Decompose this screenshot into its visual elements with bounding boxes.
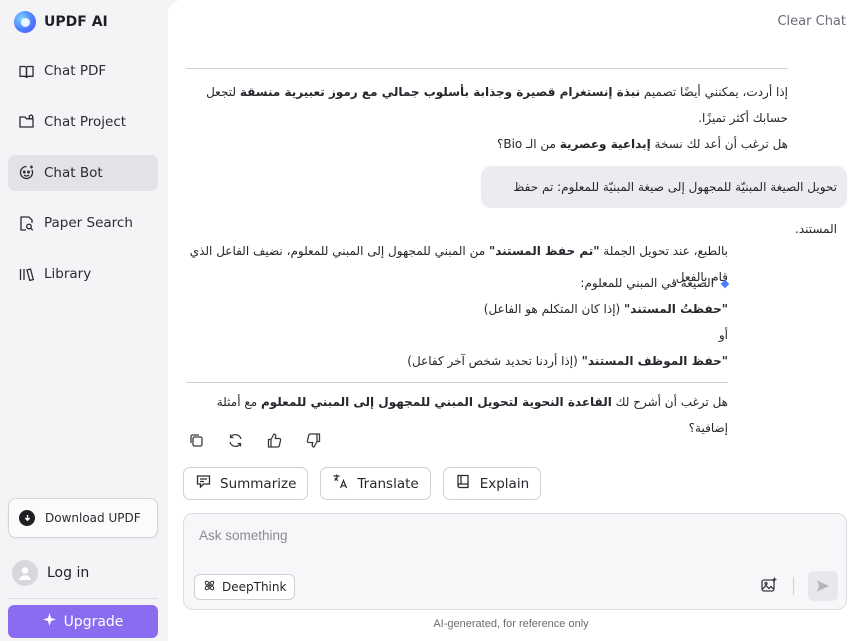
bold-span: نبذة إنستغرام قصيرة وجذابة بأسلوب جمالي …: [239, 85, 641, 99]
brand-name: UPDF AI: [44, 14, 108, 30]
sidebar-item-label: Paper Search: [44, 215, 133, 232]
chat-main: Clear Chat إذا أردت، يمكنني أيضًا تصميم …: [168, 0, 854, 641]
send-button[interactable]: [808, 571, 838, 601]
text-span: (إذا أردنا تحديد شخص آخر كفاعل): [407, 354, 582, 368]
sidebar-item-library[interactable]: Library: [8, 256, 158, 292]
sparkle-icon: [42, 613, 56, 630]
thumbs-up-icon[interactable]: [264, 430, 284, 450]
assistant-message: إذا أردت، يمكنني أيضًا تصميم نبذة إنستغر…: [186, 68, 788, 157]
bold-span: "تم حفظ المستند": [488, 244, 600, 258]
summarize-icon: [195, 473, 212, 494]
disclaimer: AI-generated, for reference only: [433, 618, 589, 630]
updf-logo-icon: [14, 11, 36, 33]
message-line: هل ترغب أن أعد لك نسخة إبداعية وعصرية من…: [186, 131, 788, 157]
quick-tools: Summarize Translate Explain: [183, 467, 542, 500]
text-span: الصيغة في المبني للمعلوم:: [580, 276, 714, 290]
bot-icon: [18, 164, 35, 181]
text-span: هل ترغب أن أشرح لك: [611, 395, 728, 409]
sidebar-item-label: Library: [44, 266, 92, 283]
deepthink-label: DeepThink: [222, 580, 287, 594]
thumbs-down-icon[interactable]: [303, 430, 323, 450]
sidebar-item-label: Chat PDF: [44, 63, 107, 79]
download-label: Download UPDF: [45, 511, 141, 525]
sidebar: UPDF AI Chat PDF Chat Project Chat Bot P…: [0, 0, 168, 641]
library-icon: [18, 266, 35, 283]
message-line: أو: [718, 328, 728, 342]
image-upload-icon[interactable]: [760, 576, 780, 596]
bold-span: "حفظتُ المستند": [624, 302, 728, 316]
download-icon: [19, 510, 35, 526]
assistant-message: بالطبع، عند تحويل الجملة "تم حفظ المستند…: [186, 238, 730, 435]
bold-span: القاعدة النحوية لتحويل المبني للمجهول إل…: [260, 395, 612, 409]
explain-button[interactable]: Explain: [442, 467, 542, 500]
translate-icon: [332, 473, 349, 494]
paper-search-icon: [18, 215, 35, 232]
sidebar-item-paper-search[interactable]: Paper Search: [8, 205, 158, 241]
avatar: [12, 560, 38, 586]
text-span: (إذا كان المتكلم هو الفاعل): [483, 302, 625, 316]
message-line: "حفظ الموظف المستند" (إذا أردنا تحديد شخ…: [186, 348, 728, 374]
sidebar-item-label: Chat Project: [44, 113, 127, 130]
upgrade-button[interactable]: Upgrade: [8, 605, 158, 638]
regenerate-icon[interactable]: [225, 430, 245, 450]
clear-chat-button[interactable]: Clear Chat: [777, 14, 846, 29]
text-span: من الـ Bio؟: [496, 137, 560, 151]
folder-icon: [18, 113, 35, 130]
text-span: بالطبع، عند تحويل الجملة: [599, 244, 728, 258]
message-line: "حفظتُ المستند" (إذا كان المتكلم هو الفا…: [186, 296, 728, 322]
sidebar-item-chat-project[interactable]: Chat Project: [8, 104, 158, 140]
sidebar-nav: Chat PDF Chat Project Chat Bot Paper Sea…: [8, 53, 158, 307]
brand[interactable]: UPDF AI: [14, 11, 108, 33]
copy-icon[interactable]: [186, 430, 206, 450]
sidebar-item-label: Chat Bot: [44, 164, 103, 181]
message-line: بالطبع، عند تحويل الجملة "تم حفظ المستند…: [186, 238, 728, 284]
translate-label: Translate: [357, 475, 419, 492]
deepthink-toggle[interactable]: DeepThink: [194, 574, 296, 600]
upgrade-label: Upgrade: [63, 613, 124, 630]
login-label: Log in: [47, 565, 90, 581]
message-line: إذا أردت، يمكنني أيضًا تصميم نبذة إنستغر…: [186, 79, 788, 131]
composer-divider: [793, 577, 794, 595]
download-updf-button[interactable]: Download UPDF: [8, 498, 158, 538]
summarize-label: Summarize: [220, 475, 297, 492]
summarize-button[interactable]: Summarize: [183, 467, 309, 500]
explain-label: Explain: [479, 475, 530, 492]
text-span: إذا أردت، يمكنني أيضًا تصميم: [640, 85, 788, 99]
bullet-line: الصيغة في المبني للمعلوم:: [186, 270, 730, 296]
message-line: هل ترغب أن أشرح لك القاعدة النحوية لتحوي…: [186, 389, 728, 435]
bullet-marker: [720, 279, 730, 288]
ask-input[interactable]: [199, 528, 799, 543]
sidebar-item-chat-bot[interactable]: Chat Bot: [8, 154, 158, 191]
sidebar-item-chat-pdf[interactable]: Chat PDF: [8, 53, 158, 89]
composer: DeepThink: [183, 513, 847, 610]
book-icon: [455, 473, 472, 494]
message-actions: [186, 430, 323, 450]
translate-button[interactable]: Translate: [320, 467, 431, 500]
atom-icon: [203, 579, 216, 595]
bold-span: "حفظ الموظف المستند": [581, 354, 728, 368]
message-divider: [186, 382, 728, 383]
login-button[interactable]: Log in: [12, 560, 89, 586]
text-span: هل ترغب أن أعد لك نسخة: [650, 137, 788, 151]
user-message-bubble: تحويل الصيغة المبنيّة للمجهول إلى صيغة ا…: [481, 166, 847, 236]
sidebar-divider: [8, 598, 158, 599]
chat-pdf-icon: [18, 63, 35, 80]
bold-span: إبداعية وعصرية: [559, 137, 651, 151]
